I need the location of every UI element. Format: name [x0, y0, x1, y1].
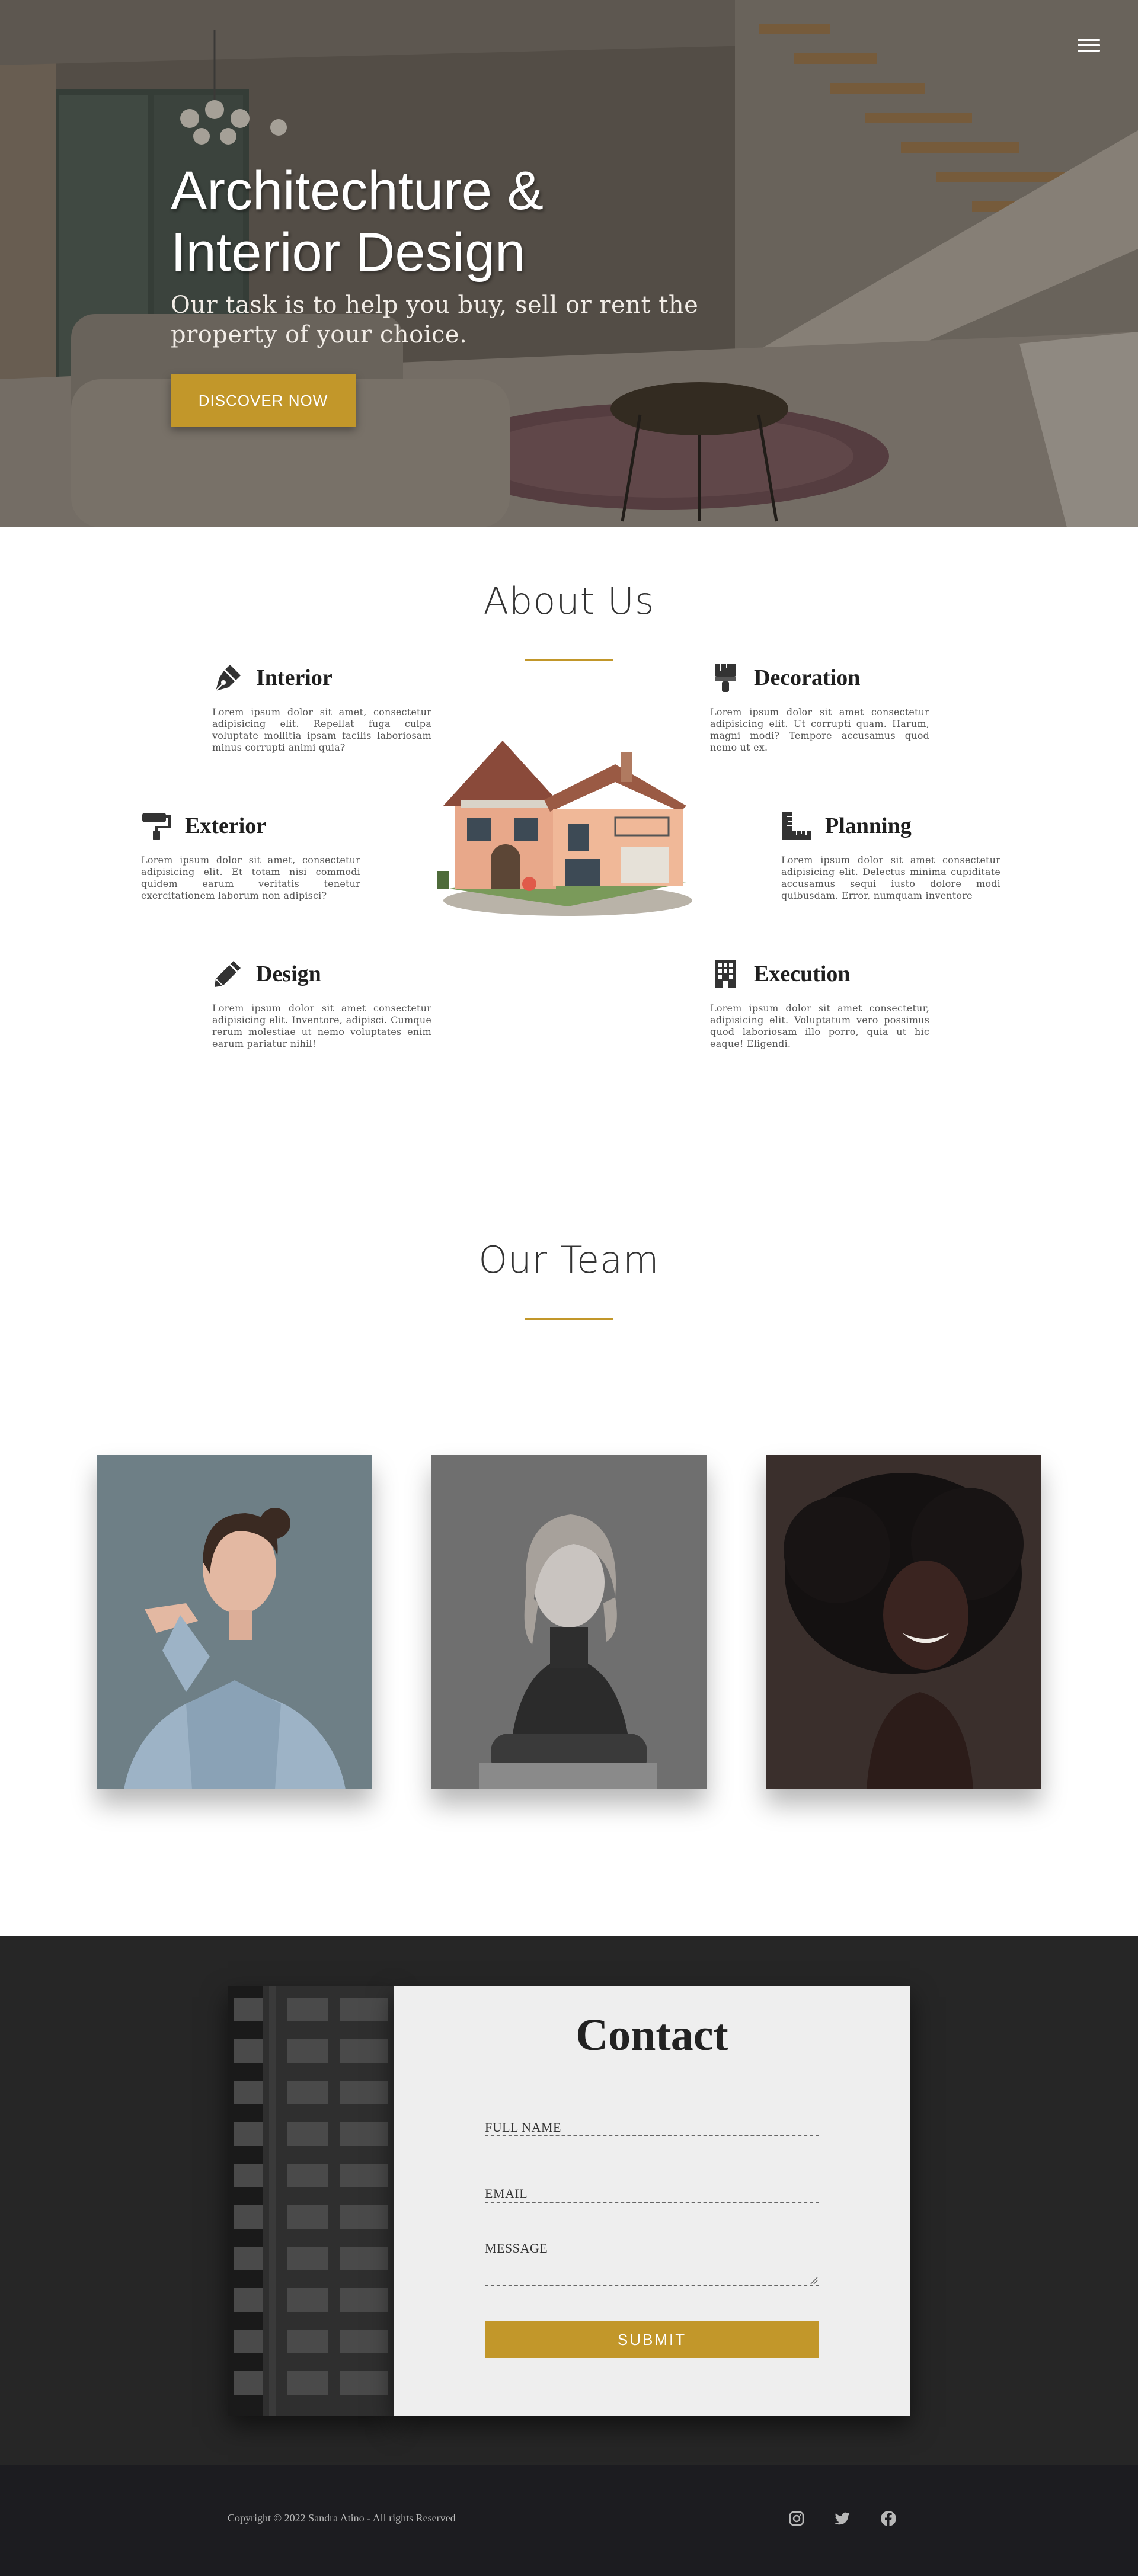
feature-design: Design Lorem ipsum dolor sit amet consec…	[212, 957, 431, 1050]
pencil-icon	[212, 959, 243, 989]
contact-title: Contact	[576, 2010, 728, 2060]
feature-exterior: Exterior Lorem ipsum dolor sit amet, con…	[141, 809, 360, 902]
pen-nib-icon	[212, 662, 243, 693]
facebook-icon[interactable]	[878, 2508, 899, 2529]
woman-in-blue-blazer-pointing-photo	[97, 1455, 372, 1789]
about-divider	[525, 659, 613, 661]
feature-title: Planning	[825, 813, 912, 838]
twitter-icon[interactable]	[832, 2508, 852, 2529]
feature-title: Decoration	[754, 665, 861, 690]
building-facade-photo	[228, 1986, 394, 2416]
feature-description: Lorem ipsum dolor sit amet consectetur a…	[710, 706, 929, 753]
message-label: MESSAGE	[485, 2241, 548, 2255]
resize-grip-icon[interactable]	[810, 2276, 818, 2285]
email-input[interactable]	[485, 2179, 819, 2203]
paint-roller-icon	[141, 810, 172, 841]
house-image	[437, 741, 692, 916]
ruler-combined-icon	[781, 810, 812, 841]
copyright-text: Copyright © 2022 Sandra Atino - All righ…	[228, 2512, 456, 2524]
feature-title: Execution	[754, 962, 851, 986]
hamburger-menu-icon[interactable]	[1078, 39, 1100, 56]
discover-now-button[interactable]: DISCOVER NOW	[171, 374, 356, 427]
woman-in-black-turtleneck-photo	[431, 1455, 707, 1789]
team-member-card[interactable]	[97, 1455, 372, 1789]
feature-description: Lorem ipsum dolor sit amet consectetur a…	[781, 854, 1000, 901]
team-divider	[525, 1318, 613, 1320]
feature-planning: Planning Lorem ipsum dolor sit amet cons…	[781, 809, 1000, 902]
footer: Copyright © 2022 Sandra Atino - All righ…	[0, 2465, 1138, 2576]
feature-description: Lorem ipsum dolor sit amet, consectetur …	[212, 706, 431, 753]
team-member-card[interactable]	[431, 1455, 707, 1789]
message-textarea[interactable]	[485, 2262, 819, 2286]
building-icon	[710, 959, 741, 989]
smiling-woman-with-afro-photo	[766, 1455, 1041, 1789]
submit-button[interactable]: SUBMIT	[485, 2321, 819, 2358]
feature-execution: Execution Lorem ipsum dolor sit amet con…	[710, 957, 929, 1050]
feature-decoration: Decoration Lorem ipsum dolor sit amet co…	[710, 661, 929, 754]
full-name-input[interactable]	[485, 2113, 819, 2136]
feature-description: Lorem ipsum dolor sit amet consectetur, …	[710, 1002, 929, 1049]
hero-section: Architechture & Interior Design Our task…	[0, 0, 1138, 527]
team-member-card[interactable]	[766, 1455, 1041, 1789]
hero-subtitle: Our task is to help you buy, sell or ren…	[171, 291, 699, 348]
about-title: About Us	[483, 579, 655, 623]
feature-title: Interior	[256, 665, 333, 690]
feature-title: Exterior	[185, 813, 267, 838]
instagram-icon[interactable]	[787, 2508, 807, 2529]
feature-interior: Interior Lorem ipsum dolor sit amet, con…	[212, 661, 431, 754]
feature-title: Design	[256, 962, 321, 986]
contact-form: Contact FULL NAME EMAIL MESSAGE SUBMIT	[394, 1986, 910, 2416]
team-title: Our Team	[478, 1238, 660, 1281]
feature-description: Lorem ipsum dolor sit amet, consectetur …	[141, 854, 360, 901]
hero-title: Architechture & Interior Design	[171, 161, 544, 283]
paint-brush-icon	[710, 662, 741, 693]
feature-description: Lorem ipsum dolor sit amet consectetur a…	[212, 1002, 431, 1049]
